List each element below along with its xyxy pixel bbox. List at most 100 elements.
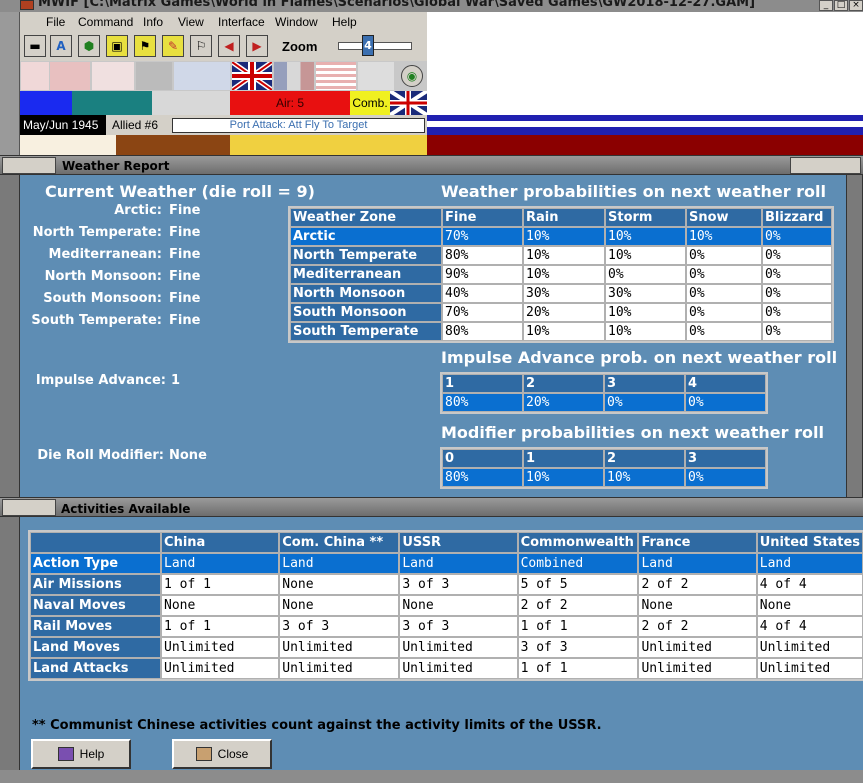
cell: 10% (523, 322, 605, 341)
col-header: Weather Zone (290, 208, 442, 227)
table-row[interactable]: North Temperate 80% 10% 10% 0% 0% (290, 246, 832, 265)
lower-strip (20, 135, 427, 155)
menu-file[interactable]: File (46, 15, 65, 29)
col-header: United States (756, 532, 863, 553)
col-header: Rain (523, 208, 605, 227)
flag-ussr-icon[interactable] (358, 62, 394, 90)
target-icon[interactable]: ◉ (401, 65, 423, 87)
minimize-button[interactable]: _ (819, 0, 833, 11)
row-header: South Monsoon (290, 303, 442, 322)
table-row[interactable]: Rail Moves 1 of 13 of 33 of 31 of 12 of 2… (30, 616, 863, 637)
color-bar: Air: 5 Comb. (20, 89, 429, 117)
dieroll-value: None (169, 448, 207, 463)
pencil-icon[interactable]: ✎ (162, 35, 184, 57)
weather-prob-title: Weather probabilities on next weather ro… (441, 182, 827, 201)
flag-italy-icon[interactable] (21, 62, 49, 90)
close-window-button[interactable]: × (849, 0, 863, 11)
text-icon[interactable]: A (50, 35, 72, 57)
menu-view[interactable]: View (178, 15, 204, 29)
arrow-right-icon[interactable]: ▶ (246, 35, 268, 57)
cell: 10% (605, 246, 686, 265)
cell: Unlimited (399, 658, 518, 679)
table-row[interactable]: South Monsoon 70% 20% 10% 0% 0% (290, 303, 832, 322)
zone-label: North Monsoon: (44, 269, 162, 284)
cell: 10% (523, 246, 605, 265)
cell: 10% (604, 468, 685, 487)
cell: 0% (762, 246, 832, 265)
hex-icon[interactable]: ⬢ (78, 35, 100, 57)
row-header: Naval Moves (30, 595, 162, 616)
col-header: Snow (686, 208, 762, 227)
map-area-blue[interactable] (427, 115, 863, 135)
cell: 0% (685, 468, 766, 487)
col-header: 4 (685, 374, 766, 393)
cell: Unlimited (161, 658, 280, 679)
col-header: USSR (399, 532, 518, 553)
zoom-slider[interactable] (338, 42, 412, 50)
row-header: Arctic (290, 227, 442, 246)
table-row[interactable]: Land Attacks Unlimited Unlimited Unlimited 1… (30, 658, 863, 679)
flag-neutral-icon[interactable] (136, 62, 172, 90)
panel-grip-right[interactable] (790, 157, 861, 174)
col-header: 1 (523, 449, 604, 468)
col-header: 1 (442, 374, 523, 393)
table-row[interactable]: Air Missions 1 of 1 None 3 of 35 of 52 of 2… (30, 574, 863, 595)
flag-switzerland-icon[interactable] (50, 62, 90, 90)
zone-label: South Monsoon: (43, 291, 162, 306)
table-row[interactable]: North Monsoon 40% 30% 30% 0% 0% (290, 284, 832, 303)
color-swatch-teal (72, 91, 152, 115)
help-button[interactable]: Help (31, 739, 131, 769)
zone-value: Fine (169, 291, 201, 306)
flag-japan-icon[interactable] (92, 62, 134, 90)
cell: 10% (523, 265, 605, 284)
stack-icon[interactable]: ▣ (106, 35, 128, 57)
phase-message: Port Attack: Att Fly To Target (172, 118, 425, 133)
unit-icon[interactable]: ▬ (24, 35, 46, 57)
maximize-button[interactable]: □ (834, 0, 848, 11)
table-row[interactable]: Arctic 70% 10% 10% 10% 0% (290, 227, 832, 246)
menu-help[interactable]: Help (332, 15, 357, 29)
cell: 10% (523, 227, 605, 246)
panel-grip-left[interactable] (2, 157, 56, 174)
flag-yellow-icon[interactable]: ⚑ (134, 35, 156, 57)
flag-usa-icon[interactable] (316, 62, 356, 90)
table-row[interactable]: 80% 20% 0% 0% (442, 393, 766, 412)
flag-uk-icon[interactable] (230, 59, 274, 93)
flag-france-icon[interactable] (274, 62, 314, 90)
menu-interface[interactable]: Interface (218, 15, 265, 29)
cell: None (756, 595, 863, 616)
table-row[interactable]: Action Type Land Land Land Combined Land Land (30, 553, 863, 574)
panel-grip-left[interactable] (2, 499, 56, 516)
cell: 0% (605, 265, 686, 284)
menu-info[interactable]: Info (143, 15, 163, 29)
menu-window[interactable]: Window (275, 15, 318, 29)
table-row[interactable]: Mediterranean 90% 10% 0% 0% 0% (290, 265, 832, 284)
table-row[interactable]: Naval Moves None None None 2 of 2 None None (30, 595, 863, 616)
table-row[interactable]: 80% 10% 10% 0% (442, 468, 766, 487)
door-exit-icon (195, 747, 212, 761)
flag-china-icon[interactable] (174, 62, 230, 90)
menu-command[interactable]: Command (78, 15, 133, 29)
row-header: Mediterranean (290, 265, 442, 284)
menu-bar: File Command Info View Interface Window … (20, 12, 427, 32)
map-area-red[interactable] (427, 135, 863, 155)
row-header: North Monsoon (290, 284, 442, 303)
cell: 40% (442, 284, 523, 303)
close-button[interactable]: Close (172, 739, 272, 769)
table-row[interactable]: South Temperate 80% 10% 10% 0% 0% (290, 322, 832, 341)
cell: 0% (762, 265, 832, 284)
table-row[interactable]: Land Moves Unlimited Unlimited Unlimited 3 o… (30, 637, 863, 658)
title-bar: MWIF [C:\Matrix Games\World in Flames\Sc… (0, 0, 863, 12)
cell: 2 of 2 (517, 595, 639, 616)
map-area[interactable] (427, 12, 863, 115)
col-header: Blizzard (762, 208, 832, 227)
cell: 10% (686, 227, 762, 246)
col-header: France (638, 532, 757, 553)
col-header: Com. China ** (279, 532, 400, 553)
cell: 0% (686, 284, 762, 303)
col-header: China (161, 532, 280, 553)
arrow-left-icon[interactable]: ◀ (218, 35, 240, 57)
col-header: 2 (523, 374, 604, 393)
flag-icon[interactable]: ⚐ (190, 35, 212, 57)
zoom-thumb[interactable]: 4 (362, 35, 374, 56)
